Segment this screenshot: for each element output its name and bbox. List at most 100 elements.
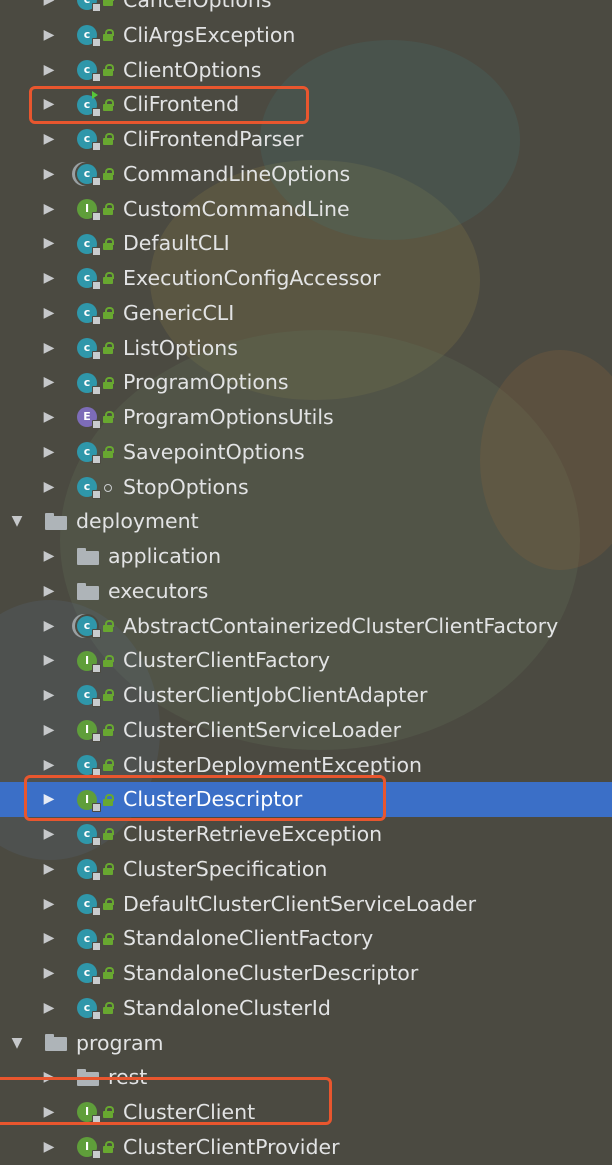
tree-row-clientoptions[interactable]: ▶ c ClientOptions xyxy=(0,53,612,88)
tree-row-label: CliArgsException xyxy=(123,22,296,47)
tree-row-defaultcli[interactable]: ▶ c DefaultCLI xyxy=(0,226,612,261)
expand-arrow-icon[interactable]: ▶ xyxy=(41,748,57,783)
class-icon: c xyxy=(77,893,101,916)
tree-row-programoptionsutils[interactable]: ▶ E ProgramOptionsUtils xyxy=(0,400,612,435)
expand-arrow-icon[interactable]: ▶ xyxy=(41,1060,57,1095)
expand-arrow-icon[interactable]: ▶ xyxy=(41,921,57,956)
expand-arrow-icon[interactable]: ▶ xyxy=(41,331,57,366)
class-icon: c xyxy=(77,0,101,13)
expand-arrow-icon[interactable]: ▶ xyxy=(41,470,57,505)
tree-row-label: StopOptions xyxy=(123,474,249,499)
tree-row-cliargsexception[interactable]: ▶ c CliArgsException xyxy=(0,18,612,53)
expand-arrow-icon[interactable]: ▶ xyxy=(41,157,57,192)
tree-row-standaloneclusterdescriptor[interactable]: ▶ c StandaloneClusterDescriptor xyxy=(0,956,612,991)
tree-row-clifrontend[interactable]: ▶ c CliFrontend xyxy=(0,87,612,122)
expand-arrow-icon[interactable]: ▶ xyxy=(41,87,57,122)
class-icon: c xyxy=(77,685,101,708)
expand-arrow-icon[interactable]: ▶ xyxy=(41,991,57,1026)
class-icon: c xyxy=(77,25,101,48)
expand-arrow-icon[interactable]: ▶ xyxy=(41,18,57,53)
tree-row-clusterclientprovider[interactable]: ▶ I ClusterClientProvider xyxy=(0,1130,612,1165)
tree-row-genericcli[interactable]: ▶ c GenericCLI xyxy=(0,296,612,331)
tree-row-program[interactable]: ▼ program xyxy=(0,1026,612,1061)
expand-arrow-icon[interactable]: ▶ xyxy=(41,0,57,18)
tree-row-clusterdeploymentexception[interactable]: ▶ c ClusterDeploymentException xyxy=(0,748,612,783)
tree-row-rest[interactable]: ▶ rest xyxy=(0,1060,612,1095)
expand-arrow-icon[interactable]: ▶ xyxy=(41,365,57,400)
tree-row-label: CancelOptions xyxy=(123,0,272,12)
tree-row-clusterretrieveexception[interactable]: ▶ c ClusterRetrieveException xyxy=(0,817,612,852)
expand-arrow-icon[interactable]: ▶ xyxy=(41,782,57,817)
tree-row-executionconfigaccessor[interactable]: ▶ c ExecutionConfigAccessor xyxy=(0,261,612,296)
expand-arrow-icon[interactable]: ▶ xyxy=(41,261,57,296)
tree-row-label: ClusterClientProvider xyxy=(123,1134,340,1159)
public-lock-icon xyxy=(103,654,114,667)
expand-arrow-icon[interactable]: ▶ xyxy=(41,956,57,991)
public-lock-icon xyxy=(103,724,114,737)
tree-row-savepointoptions[interactable]: ▶ c SavepointOptions xyxy=(0,435,612,470)
tree-row-executors[interactable]: ▶ executors xyxy=(0,574,612,609)
tree-row-clusterclientserviceloader[interactable]: ▶ I ClusterClientServiceLoader xyxy=(0,713,612,748)
package-folder-icon xyxy=(77,547,99,565)
tree-row-label: ClusterClient xyxy=(123,1100,256,1124)
expand-arrow-icon[interactable]: ▶ xyxy=(41,296,57,331)
interface-icon: I xyxy=(77,789,101,812)
class-icon: c xyxy=(77,303,101,326)
tree-row-customcommandline[interactable]: ▶ I CustomCommandLine xyxy=(0,192,612,227)
expand-arrow-icon[interactable]: ▶ xyxy=(41,713,57,748)
public-lock-icon xyxy=(103,689,114,702)
tree-row-canceloptions[interactable]: ▶ c CancelOptions xyxy=(0,0,612,18)
interface-icon: I xyxy=(77,1102,101,1125)
tree-row-deployment[interactable]: ▼ deployment xyxy=(0,504,612,539)
tree-row-clusterdescriptor[interactable]: ▶ I ClusterDescriptor xyxy=(0,782,612,817)
tree-row-listoptions[interactable]: ▶ c ListOptions xyxy=(0,331,612,366)
abstract-class-icon: c xyxy=(77,615,101,638)
tree-row-stopoptions[interactable]: ▶ c StopOptions xyxy=(0,470,612,505)
public-lock-icon xyxy=(103,29,114,42)
class-icon: c xyxy=(77,859,101,882)
expand-arrow-icon[interactable]: ▶ xyxy=(41,643,57,678)
tree-row-commandlineoptions[interactable]: ▶ c CommandLineOptions xyxy=(0,157,612,192)
expand-arrow-icon[interactable]: ▶ xyxy=(41,192,57,227)
expand-arrow-icon[interactable]: ▶ xyxy=(41,539,57,574)
public-lock-icon xyxy=(103,272,114,285)
interface-icon: I xyxy=(77,650,101,673)
public-lock-icon xyxy=(103,63,114,76)
expand-arrow-icon[interactable]: ▶ xyxy=(41,887,57,922)
tree-row-clusterspecification[interactable]: ▶ c ClusterSpecification xyxy=(0,852,612,887)
public-lock-icon xyxy=(103,133,114,146)
tree-row-label: DefaultClusterClientServiceLoader xyxy=(123,891,476,916)
tree-row-label: CliFrontendParser xyxy=(123,127,304,151)
tree-row-programoptions[interactable]: ▶ c ProgramOptions xyxy=(0,365,612,400)
tree-row-standaloneclientfactory[interactable]: ▶ c StandaloneClientFactory xyxy=(0,921,612,956)
tree-row-clusterclientfactory[interactable]: ▶ I ClusterClientFactory xyxy=(0,643,612,678)
tree-row-label: ClusterClientFactory xyxy=(123,648,330,673)
expand-arrow-icon[interactable]: ▶ xyxy=(41,435,57,470)
expand-arrow-icon[interactable]: ▶ xyxy=(41,1130,57,1165)
tree-row-clifrontendparser[interactable]: ▶ c CliFrontendParser xyxy=(0,122,612,157)
tree-row-label: rest xyxy=(108,1065,148,1090)
tree-row-defaultclusterclientserviceloader[interactable]: ▶ c DefaultClusterClientServiceLoader xyxy=(0,887,612,922)
expand-arrow-icon[interactable]: ▶ xyxy=(41,852,57,887)
expand-arrow-icon[interactable]: ▶ xyxy=(41,122,57,157)
expand-arrow-icon[interactable]: ▶ xyxy=(41,53,57,88)
tree-row-application[interactable]: ▶ application xyxy=(0,539,612,574)
tree-row-abstractcontainerizedclusterclientfactory[interactable]: ▶ c AbstractContainerizedClusterClientFa… xyxy=(0,609,612,644)
expand-arrow-icon[interactable]: ▶ xyxy=(41,1095,57,1130)
public-lock-icon xyxy=(103,793,114,806)
expand-arrow-icon[interactable]: ▶ xyxy=(41,574,57,609)
expand-arrow-icon[interactable]: ▶ xyxy=(41,609,57,644)
tree-row-standaloneclusterid[interactable]: ▶ c StandaloneClusterId xyxy=(0,991,612,1026)
expand-arrow-icon[interactable]: ▶ xyxy=(41,400,57,435)
expand-arrow-icon[interactable]: ▶ xyxy=(41,678,57,713)
tree-row-label: CustomCommandLine xyxy=(123,196,350,221)
collapse-arrow-icon[interactable]: ▼ xyxy=(9,1026,25,1061)
tree-row-clusterclient[interactable]: ▶ I ClusterClient xyxy=(0,1095,612,1130)
expand-arrow-icon[interactable]: ▶ xyxy=(41,226,57,261)
expand-arrow-icon[interactable]: ▶ xyxy=(41,817,57,852)
tree-row-clusterclientjobclientadapter[interactable]: ▶ c ClusterClientJobClientAdapter xyxy=(0,678,612,713)
class-icon: c xyxy=(77,268,101,291)
tree-row-label: ClusterRetrieveException xyxy=(123,822,383,846)
collapse-arrow-icon[interactable]: ▼ xyxy=(9,504,25,539)
public-lock-icon xyxy=(103,341,114,354)
